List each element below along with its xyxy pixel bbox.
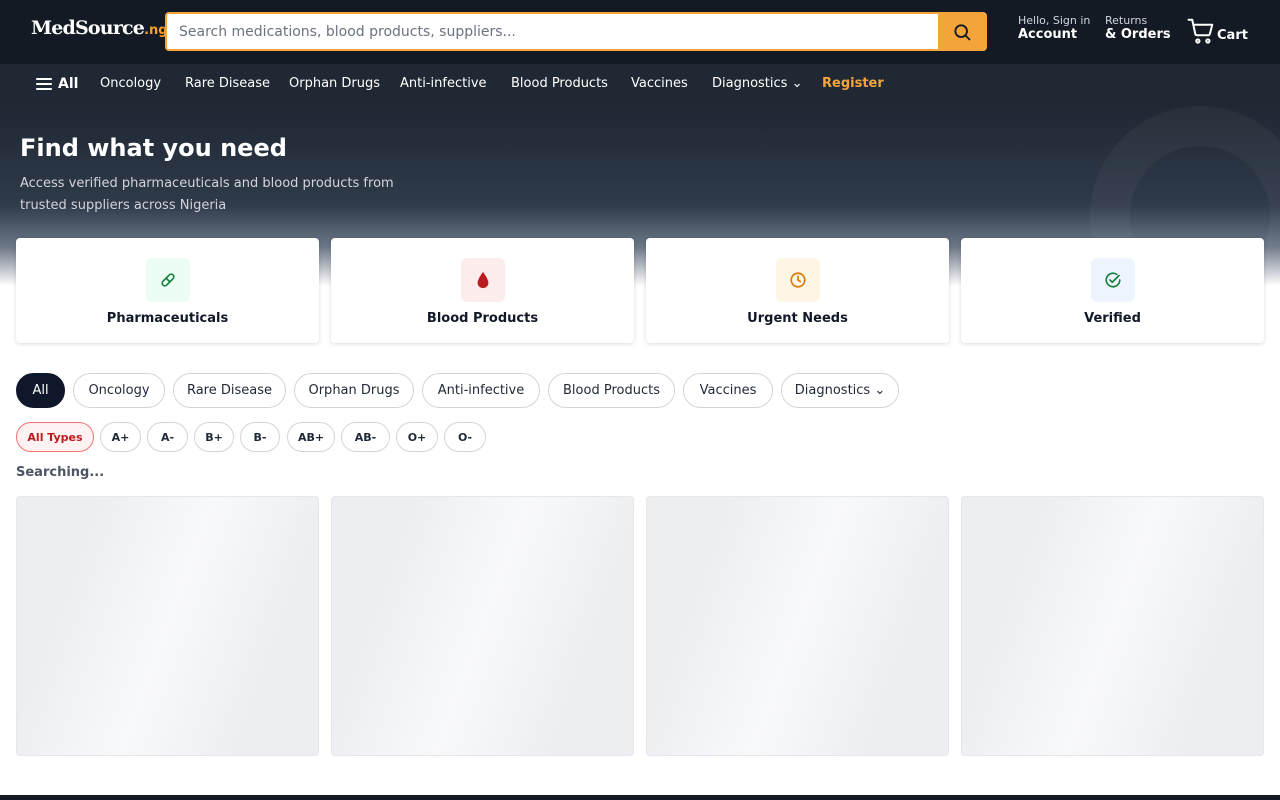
nav-item-vaccines[interactable]: Vaccines [631, 76, 688, 91]
search-status: Searching... [16, 465, 105, 480]
hamburger-icon [36, 78, 52, 90]
clock-icon [790, 272, 806, 288]
cart-label: Cart [1217, 28, 1248, 43]
category-pill-anti-infective[interactable]: Anti-infective [422, 373, 540, 408]
nav-all-menu[interactable]: All [36, 76, 78, 92]
search-icon [953, 23, 970, 40]
category-pill-all[interactable]: All [16, 373, 65, 408]
blood-type-pill-b-neg[interactable]: B- [240, 422, 280, 452]
top-header: MedSource.ng Hello, Sign in Account Retu… [0, 0, 1280, 64]
feature-label: Pharmaceuticals [106, 311, 229, 326]
cart-button[interactable]: Cart [1186, 16, 1248, 46]
check-circle-icon [1105, 272, 1121, 288]
feature-label: Urgent Needs [747, 311, 848, 326]
category-pill-vaccines[interactable]: Vaccines [683, 373, 773, 408]
skeleton-card [646, 496, 949, 756]
category-nav: All Oncology Rare Disease Orphan Drugs A… [0, 64, 1280, 106]
site-logo[interactable]: MedSource.ng [31, 17, 168, 39]
blood-type-pill-b-pos[interactable]: B+ [194, 422, 234, 452]
blood-type-pill-ab-pos[interactable]: AB+ [287, 422, 335, 452]
orders-link[interactable]: Returns & Orders [1105, 14, 1171, 43]
logo-main: MedSource [31, 17, 145, 39]
blood-type-pill-o-pos[interactable]: O+ [396, 422, 438, 452]
feature-icon-box [461, 258, 505, 302]
category-pill-diagnostics[interactable]: Diagnostics ⌄ [781, 373, 899, 408]
pill-icon [161, 273, 175, 287]
feature-card-urgent-needs[interactable]: Urgent Needs [646, 238, 949, 343]
orders-small-label: Returns [1105, 14, 1148, 27]
orders-label: & Orders [1105, 27, 1171, 43]
nav-item-oncology[interactable]: Oncology [100, 76, 161, 91]
nav-item-diagnostics[interactable]: Diagnostics ⌄ [712, 76, 802, 91]
hero-title: Find what you need [20, 134, 287, 162]
nav-register-link[interactable]: Register [822, 76, 884, 91]
account-label: Account [1018, 27, 1078, 43]
feature-label: Verified [1084, 311, 1141, 326]
feature-icon-box [776, 258, 820, 302]
nav-item-anti-infective[interactable]: Anti-infective [400, 76, 487, 91]
blood-type-pill-o-neg[interactable]: O- [444, 422, 486, 452]
nav-item-blood-products[interactable]: Blood Products [511, 76, 608, 91]
cart-icon [1187, 18, 1214, 44]
category-pill-rare-disease[interactable]: Rare Disease [173, 373, 286, 408]
hero-subtitle: Access verified pharmaceuticals and bloo… [20, 176, 394, 213]
feature-label: Blood Products [426, 311, 539, 326]
nav-all-label: All [58, 76, 79, 92]
skeleton-card [16, 496, 319, 756]
nav-item-rare-disease[interactable]: Rare Disease [185, 76, 270, 91]
blood-type-pill-ab-neg[interactable]: AB- [341, 422, 390, 452]
feature-card-blood-products[interactable]: Blood Products [331, 238, 634, 343]
skeleton-card [961, 496, 1264, 756]
account-link[interactable]: Hello, Sign in Account [1018, 14, 1090, 43]
category-pill-blood-products[interactable]: Blood Products [548, 373, 675, 408]
feature-icon-box [146, 258, 190, 302]
nav-item-orphan-drugs[interactable]: Orphan Drugs [289, 76, 380, 91]
search-bar [165, 12, 987, 51]
blood-drop-icon [477, 271, 489, 289]
skeleton-card [331, 496, 634, 756]
category-pill-oncology[interactable]: Oncology [73, 373, 165, 408]
account-greeting: Hello, Sign in [1018, 14, 1091, 27]
search-button[interactable] [938, 14, 985, 49]
search-input[interactable] [167, 14, 938, 49]
feature-icon-box [1091, 258, 1135, 302]
footer-edge [0, 795, 1280, 800]
blood-type-pill-all[interactable]: All Types [16, 422, 94, 452]
blood-type-pill-a-neg[interactable]: A- [147, 422, 188, 452]
category-pill-orphan-drugs[interactable]: Orphan Drugs [294, 373, 414, 408]
blood-type-pill-a-pos[interactable]: A+ [100, 422, 141, 452]
feature-card-pharmaceuticals[interactable]: Pharmaceuticals [16, 238, 319, 343]
feature-card-verified[interactable]: Verified [961, 238, 1264, 343]
